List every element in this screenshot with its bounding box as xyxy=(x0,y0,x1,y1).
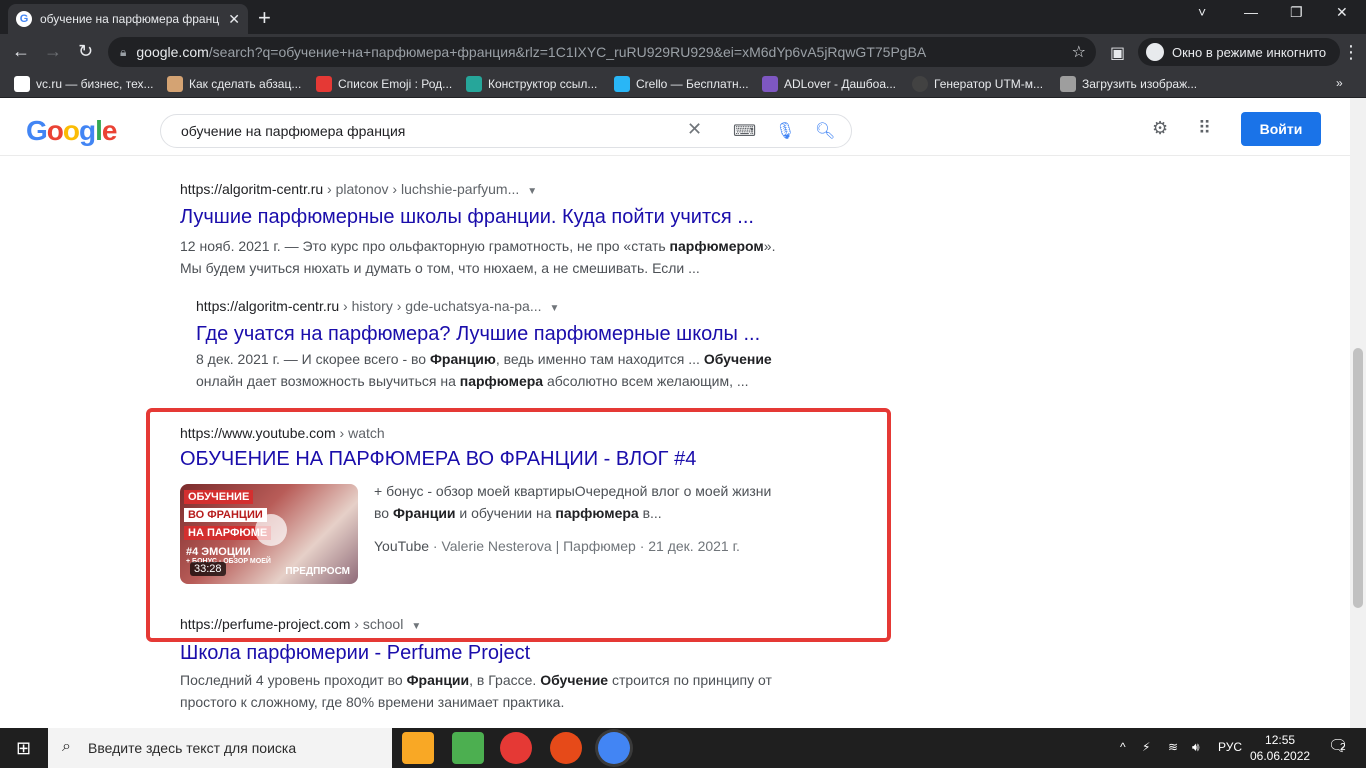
avatar-icon xyxy=(167,76,183,92)
keyboard-icon[interactable]: ⌨ xyxy=(733,121,756,141)
windows-start-icon[interactable]: ⊞ xyxy=(16,738,31,759)
scrollbar[interactable] xyxy=(1350,98,1366,728)
power-icon[interactable]: ⚡ xyxy=(1142,740,1150,754)
login-button[interactable]: Войти xyxy=(1241,112,1321,146)
search-query[interactable]: обучение на парфюмера франция xyxy=(181,123,405,139)
search-icon: ⌕ xyxy=(62,738,71,755)
play-icon[interactable] xyxy=(255,514,287,546)
notification-count: 2 xyxy=(1340,742,1346,753)
result-snippet: 12 нояб. 2021 г. — Это курс про ольфакто… xyxy=(180,238,776,276)
result-title[interactable]: ОБУЧЕНИЕ НА ПАРФЮМЕРА ВО ФРАНЦИИ - ВЛОГ … xyxy=(180,448,696,471)
utm-icon xyxy=(912,76,928,92)
volume-icon[interactable]: 🔊︎ xyxy=(1192,740,1200,755)
upload-icon xyxy=(1060,76,1076,92)
google-favicon-icon: G xyxy=(16,11,32,27)
result-cite[interactable]: https://algoritm-centr.ru › platonov › l… xyxy=(180,181,537,197)
bookmark-item[interactable]: Как сделать абзац... xyxy=(167,76,301,92)
maximize-button[interactable]: ❐ xyxy=(1290,4,1303,21)
bookmark-item[interactable]: Генератор UTM-м... xyxy=(912,76,1043,92)
result-cite[interactable]: https://www.youtube.com › watch xyxy=(180,425,385,441)
browser-toolbar: ← → ↻ 🔒︎ google.com/search?q=обучение+на… xyxy=(0,34,1366,70)
tab-title: обучение на парфюмера франци xyxy=(40,12,220,26)
result-snippet: Последний 4 уровень проходит во Франции,… xyxy=(180,672,772,710)
result-snippet: 8 дек. 2021 г. — И скорее всего - во Фра… xyxy=(196,351,772,389)
bookmark-item[interactable]: Список Emoji : Род... xyxy=(316,76,452,92)
crello-icon xyxy=(614,76,630,92)
incognito-indicator[interactable]: Окно в режиме инкогнито xyxy=(1138,38,1341,66)
close-window-button[interactable]: ✕ xyxy=(1336,4,1348,21)
bookmark-star-icon[interactable]: ☆ xyxy=(1072,42,1086,62)
tab-close-icon[interactable]: ✕ xyxy=(228,11,240,28)
caret-down-icon[interactable]: ▼ xyxy=(527,186,537,197)
clock[interactable]: 12:55 06.06.2022 xyxy=(1250,732,1310,764)
reload-icon[interactable]: ↻ xyxy=(78,41,93,62)
video-thumbnail[interactable]: ОБУЧЕНИЕ ВО ФРАНЦИИ НА ПАРФЮМЕ #4 ЭМОЦИИ… xyxy=(180,484,358,584)
lock-icon[interactable]: 🔒︎ xyxy=(120,45,126,60)
back-icon[interactable]: ← xyxy=(12,41,30,62)
microphone-icon[interactable]: 🎙︎ xyxy=(775,121,795,141)
caret-down-icon[interactable]: ▼ xyxy=(411,621,421,632)
minimize-button[interactable]: — xyxy=(1244,4,1258,20)
new-tab-button[interactable]: + xyxy=(258,5,271,31)
search-icon[interactable]: 🔍︎ xyxy=(815,121,835,141)
url-text[interactable]: google.com/search?q=обучение+на+парфюмер… xyxy=(136,44,926,60)
result-cite[interactable]: https://perfume-project.com › school ▼ xyxy=(180,616,421,632)
tray-chevron-icon[interactable]: ^ xyxy=(1120,740,1126,754)
video-duration: 33:28 xyxy=(190,562,226,576)
search-results: https://algoritm-centr.ru › platonov › l… xyxy=(0,156,1350,728)
bookmark-item[interactable]: ADLover - Дашбоа... xyxy=(762,76,896,92)
file-explorer-icon[interactable] xyxy=(402,732,434,764)
tab-search-icon[interactable]: ˅ xyxy=(1198,4,1206,20)
more-bookmarks-icon[interactable]: » xyxy=(1336,76,1343,90)
google-logo[interactable]: Google xyxy=(26,115,117,147)
language-indicator[interactable]: РУС xyxy=(1218,740,1242,754)
reading-list-icon[interactable]: ▣ xyxy=(1110,43,1125,63)
taskbar-search-input[interactable]: ⌕ Введите здесь текст для поиска xyxy=(48,728,392,768)
clear-icon[interactable]: ✕ xyxy=(687,119,702,140)
result-cite[interactable]: https://algoritm-centr.ru › history › gd… xyxy=(196,298,559,314)
google-header: Google обучение на парфюмера франция ✕ ⌨… xyxy=(0,98,1366,156)
result-snippet: + бонус - обзор моей квартирыОчередной в… xyxy=(374,483,772,521)
tab-strip: G обучение на парфюмера франци ✕ + ˅ — ❐… xyxy=(0,0,1366,34)
windows-taskbar: ⊞ ⌕ Введите здесь текст для поиска ^ ⚡ ≋… xyxy=(0,728,1366,768)
browser-tab[interactable]: G обучение на парфюмера франци ✕ xyxy=(8,4,248,34)
apps-grid-icon[interactable]: ⠿ xyxy=(1198,118,1211,139)
yandex-browser-icon[interactable] xyxy=(550,732,582,764)
bookmark-item[interactable]: Загрузить изображ... xyxy=(1060,76,1197,92)
bookmark-item[interactable]: Crello — Бесплатн... xyxy=(614,76,749,92)
wifi-icon[interactable]: ≋ xyxy=(1168,740,1178,754)
bookmark-item[interactable]: Конструктор ссыл... xyxy=(466,76,597,92)
adlover-icon xyxy=(762,76,778,92)
lightning-icon xyxy=(316,76,332,92)
search-input[interactable]: обучение на парфюмера франция ✕ ⌨ 🎙︎ 🔍︎ xyxy=(160,114,852,148)
caret-down-icon[interactable]: ▼ xyxy=(549,303,559,314)
incognito-icon xyxy=(1146,43,1164,61)
scrollbar-thumb[interactable] xyxy=(1353,348,1363,608)
video-meta: YouTube · Valerie Nesterova | Парфюмер ·… xyxy=(374,538,740,554)
vcru-icon xyxy=(14,76,30,92)
forward-icon[interactable]: → xyxy=(44,41,62,62)
result-title[interactable]: Школа парфюмерии - Perfume Project xyxy=(180,642,530,665)
preview-label: ПРЕДПРОСМ xyxy=(285,566,350,577)
bookmarks-bar: vc.ru — бизнес, тех... Как сделать абзац… xyxy=(0,70,1366,98)
store-icon[interactable] xyxy=(452,732,484,764)
bookmark-item[interactable]: vc.ru — бизнес, тех... xyxy=(14,76,154,92)
settings-gear-icon[interactable]: ⚙ xyxy=(1152,118,1168,139)
menu-icon[interactable]: ⋮ xyxy=(1342,42,1360,63)
chrome-icon[interactable] xyxy=(598,732,630,764)
incognito-label: Окно в режиме инкогнито xyxy=(1172,44,1327,60)
result-title[interactable]: Где учатся на парфюмера? Лучшие парфюмер… xyxy=(196,323,760,346)
result-title[interactable]: Лучшие парфюмерные школы франции. Куда п… xyxy=(180,206,754,229)
address-bar[interactable]: 🔒︎ google.com/search?q=обучение+на+парфю… xyxy=(108,37,1096,67)
opera-icon[interactable] xyxy=(500,732,532,764)
link-builder-icon xyxy=(466,76,482,92)
